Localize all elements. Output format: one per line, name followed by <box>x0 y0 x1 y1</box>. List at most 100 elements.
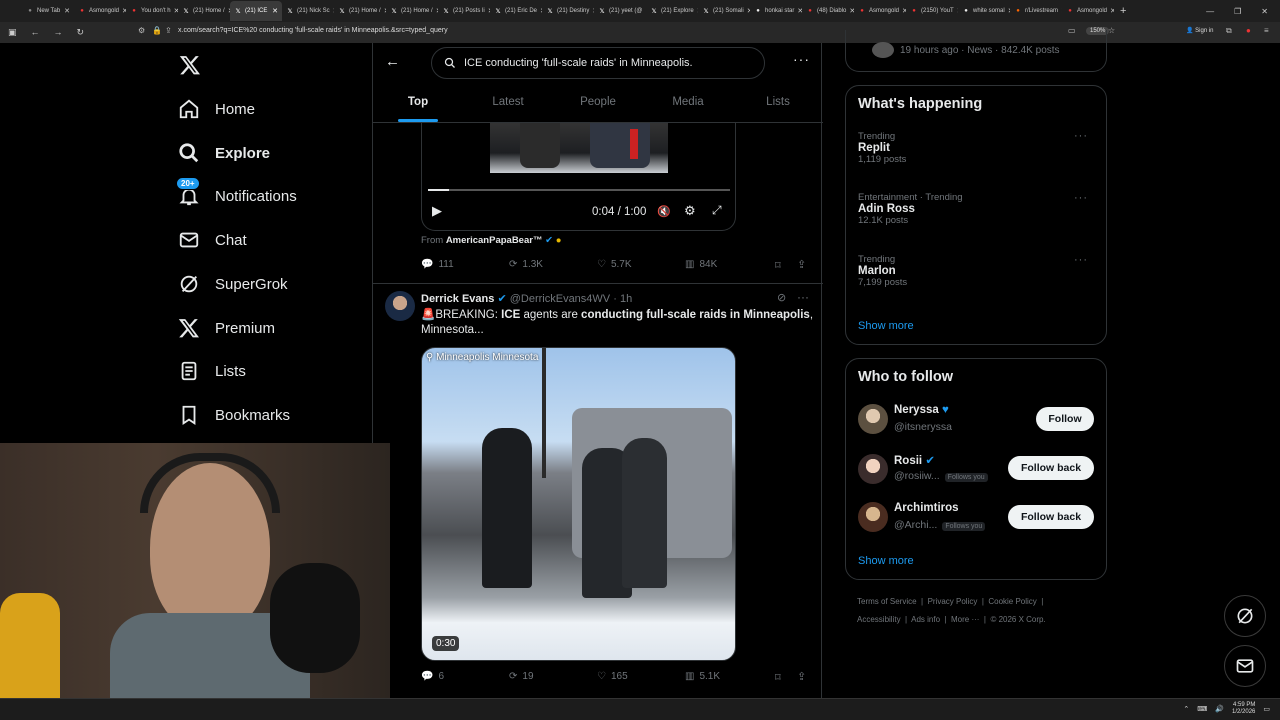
trend-more-icon[interactable]: ··· <box>1074 254 1088 266</box>
browser-tab[interactable]: ● Asmongold ✕ <box>854 1 906 21</box>
site-info-icon[interactable]: ⚙ <box>138 26 145 35</box>
show-more-follows[interactable]: Show more <box>858 555 914 567</box>
forward-icon[interactable]: → <box>54 27 63 38</box>
browser-tab[interactable]: 𝕏(21) Home /✕ <box>334 1 386 21</box>
share-icon[interactable]: ⇪ <box>165 26 172 35</box>
views-button[interactable]: ▥ 84K <box>685 259 717 270</box>
footer-link[interactable]: Cookie Policy <box>988 597 1036 606</box>
source-name[interactable]: AmericanPapaBear™ <box>446 235 543 246</box>
browser-tab[interactable]: 𝕏(21) yeet (@✕ <box>594 1 646 21</box>
tab-lists[interactable]: Lists <box>733 83 823 122</box>
browser-tab[interactable]: 𝕏(21) Explore✕ <box>646 1 698 21</box>
browser-tab[interactable]: ● New Tab ✕ <box>22 1 74 21</box>
volume-icon[interactable]: 🔊 <box>1215 705 1224 713</box>
browser-tab[interactable]: 𝕏(21) Nick Sc✕ <box>282 1 334 21</box>
search-input[interactable]: ICE conducting 'full-scale raids' in Min… <box>431 47 765 79</box>
repost-button[interactable]: ⟳ 19 <box>509 671 534 682</box>
follow-name-row[interactable]: Rosii ✔ <box>894 453 935 467</box>
footer-link[interactable]: Accessibility <box>857 615 901 624</box>
nav-explore[interactable]: Explore <box>178 138 378 168</box>
browser-tab[interactable]: 𝕏(21) Destiny✕ <box>542 1 594 21</box>
trend-item[interactable]: Trending Replit 1,119 posts <box>858 131 1098 165</box>
browser-tab[interactable]: ● (48) Diablo ✕ <box>802 1 854 21</box>
tab-close-icon[interactable]: ✕ <box>64 7 70 15</box>
close-window-icon[interactable]: ✕ <box>1261 7 1268 16</box>
footer-link[interactable]: More ··· <box>951 615 979 624</box>
browser-tab[interactable]: ● Asmongold ✕ <box>1062 1 1114 21</box>
browser-tab[interactable]: ● Asmongold ✕ <box>74 1 126 21</box>
tab-close-icon[interactable]: ✕ <box>1110 7 1114 15</box>
network-icon[interactable]: ⌨ <box>1197 705 1207 713</box>
fullscreen-icon[interactable]: ⤢ <box>712 203 722 218</box>
reply-button[interactable]: 💬 6 <box>421 671 444 682</box>
nav-lists[interactable]: Lists <box>178 356 378 386</box>
footer-link[interactable]: Terms of Service <box>857 597 917 606</box>
news-card[interactable]: 19 hours ago · News · 842.4K posts <box>845 30 1107 72</box>
minimize-icon[interactable]: — <box>1206 7 1214 16</box>
back-icon[interactable]: ← <box>31 27 40 38</box>
browser-tab[interactable]: ● honkai star ✕ <box>750 1 802 21</box>
follow-back-button[interactable]: Follow back <box>1008 505 1094 529</box>
tab-latest[interactable]: Latest <box>463 83 553 122</box>
tab-top[interactable]: Top <box>373 83 463 122</box>
browser-tab[interactable]: 𝕏(21) Eric De✕ <box>490 1 542 21</box>
video-progress-track[interactable] <box>428 189 730 191</box>
browser-tab[interactable]: ●r/Livestream✕ <box>1010 1 1062 21</box>
clock[interactable]: 4:59 PM 1/2/2026 <box>1232 702 1255 716</box>
trend-item[interactable]: Entertainment · Trending Adin Ross 12.1K… <box>858 192 1098 226</box>
follow-name-row[interactable]: Neryssa ♥ <box>894 404 949 416</box>
profile-icon[interactable]: ● <box>1246 26 1251 35</box>
back-arrow-icon[interactable]: ← <box>385 53 400 70</box>
share-icon[interactable]: ⇪ <box>797 258 806 271</box>
browser-tab[interactable]: 𝕏 (21) ICE ✕ <box>230 1 282 21</box>
follow-back-button[interactable]: Follow back <box>1008 456 1094 480</box>
reload-icon[interactable]: ↻ <box>77 27 85 38</box>
tab-close-icon[interactable]: ✕ <box>272 7 278 15</box>
bookmark-icon[interactable]: ⌑ <box>775 671 781 684</box>
like-button[interactable]: ♡ 5.7K <box>597 259 632 270</box>
share-icon[interactable]: ⇪ <box>797 670 806 683</box>
mute-icon[interactable]: 🔇 <box>657 205 671 218</box>
author-handle[interactable]: @DerrickEvans4WV <box>510 293 610 305</box>
footer-link[interactable]: Privacy Policy <box>928 597 978 606</box>
nav-chat[interactable]: Chat <box>178 225 378 255</box>
avatar[interactable] <box>385 291 415 321</box>
avatar[interactable] <box>858 502 888 532</box>
more-options-icon[interactable]: ··· <box>797 290 809 304</box>
trend-more-icon[interactable]: ··· <box>1074 130 1088 142</box>
browser-tab[interactable]: 𝕏(21) Home /✕ <box>386 1 438 21</box>
lock-icon[interactable]: 🔒 <box>152 26 162 35</box>
tweet-time[interactable]: 1h <box>620 293 632 305</box>
more-options-icon[interactable]: ··· <box>793 51 810 67</box>
browser-tab[interactable]: ●white somal✕ <box>958 1 1010 21</box>
nav-home[interactable]: Home <box>178 94 378 124</box>
browser-tab[interactable]: 𝕏(21) Posts li✕ <box>438 1 490 21</box>
grok-fab[interactable] <box>1224 595 1266 637</box>
show-more-trends[interactable]: Show more <box>858 320 914 332</box>
nav-supergrok[interactable]: SuperGrok <box>178 269 378 299</box>
footer-link[interactable]: Ads info <box>911 615 940 624</box>
messages-fab[interactable] <box>1224 645 1266 687</box>
follow-name[interactable]: Archimtiros <box>894 502 959 514</box>
avatar[interactable] <box>858 454 888 484</box>
trend-more-icon[interactable]: ··· <box>1074 192 1088 204</box>
x-logo[interactable] <box>179 50 379 80</box>
follow-button[interactable]: Follow <box>1036 407 1094 431</box>
browser-tab[interactable]: 𝕏 (21) Somali ✕ <box>698 1 750 21</box>
menu-icon[interactable]: ≡ <box>1264 26 1269 35</box>
tab-media[interactable]: Media <box>643 83 733 122</box>
sidebar-toggle-icon[interactable]: ▣ <box>8 27 17 38</box>
settings-gear-icon[interactable]: ⚙ <box>684 203 696 219</box>
browser-tab[interactable]: ●(2150) YouT✕ <box>906 1 958 21</box>
restore-icon[interactable]: ❐ <box>1234 7 1241 16</box>
extensions-icon[interactable]: ⧉ <box>1226 26 1232 36</box>
like-button[interactable]: ♡ 165 <box>597 671 628 682</box>
play-icon[interactable]: ▶ <box>432 203 442 219</box>
notification-center-icon[interactable]: ▭ <box>1263 705 1270 713</box>
url-field[interactable]: x.com/search?q=ICE%20 conducting 'full-s… <box>178 27 448 34</box>
tab-people[interactable]: People <box>553 83 643 122</box>
bookmark-icon[interactable]: ⌑ <box>775 259 781 272</box>
trend-item[interactable]: Trending Marlon 7,199 posts <box>858 254 1098 288</box>
repost-button[interactable]: ⟳ 1.3K <box>509 259 543 270</box>
tweet-video[interactable]: ⚲ Minneapolis Minnesota 0:30 <box>421 347 736 661</box>
